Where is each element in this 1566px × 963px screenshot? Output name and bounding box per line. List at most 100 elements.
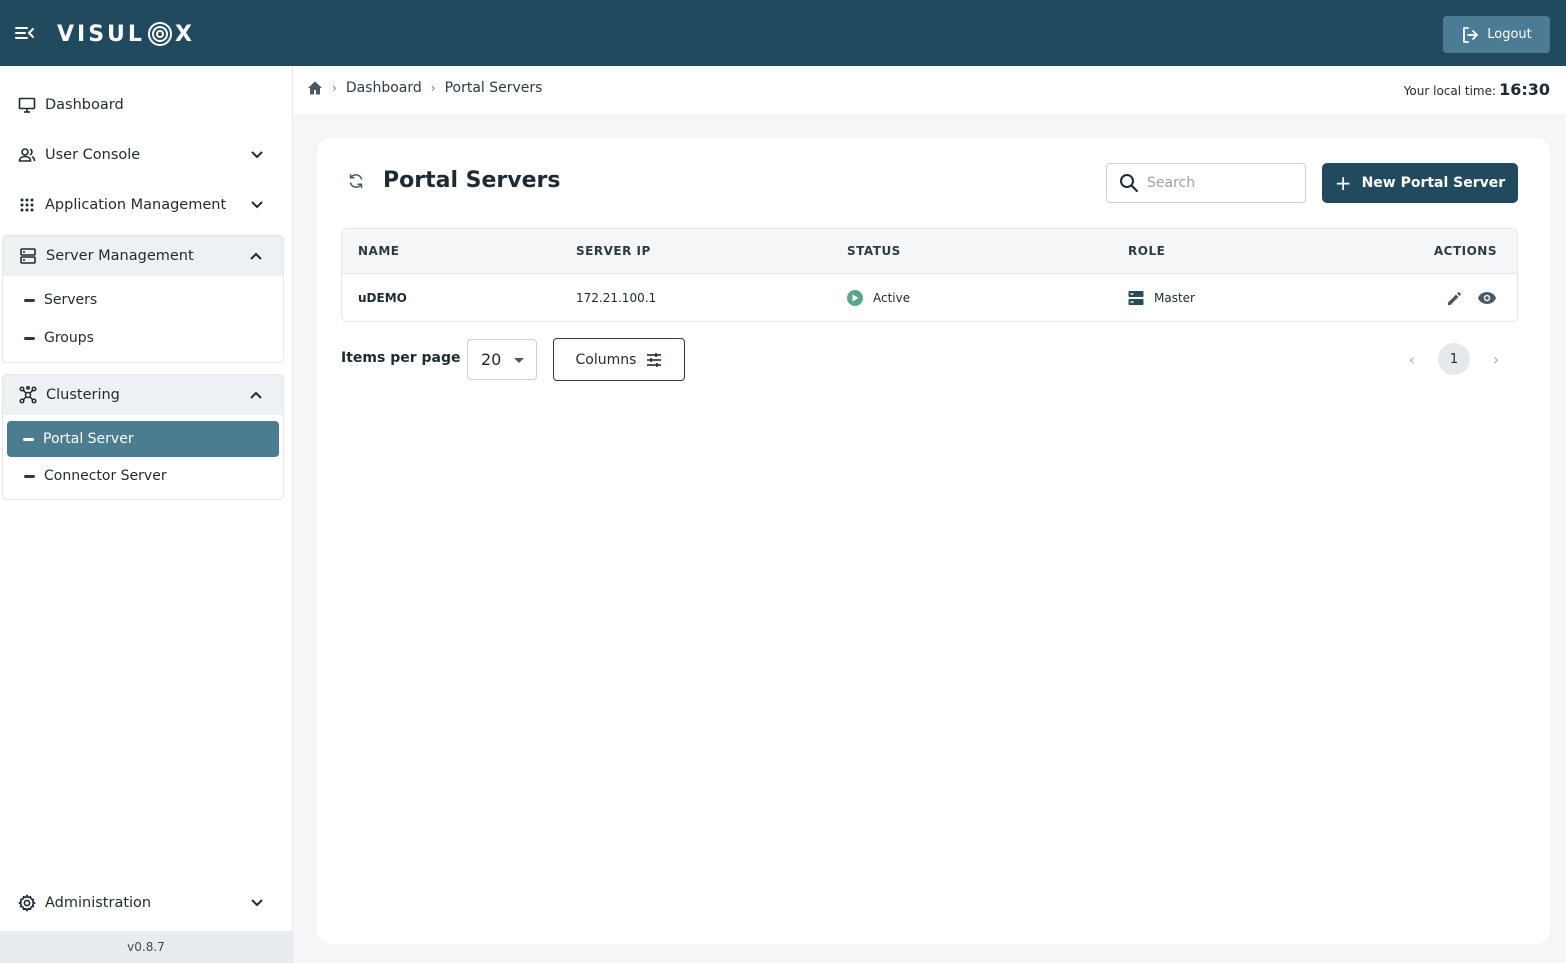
sidebar-item-label: Server Management	[46, 248, 194, 264]
search-input[interactable]	[1147, 175, 1297, 191]
breadcrumb-item-current: Portal Servers	[444, 80, 543, 96]
sidebar: Dashboard User Console Application Manag…	[0, 66, 293, 963]
logout-icon	[1463, 26, 1479, 43]
new-portal-server-button[interactable]: + New Portal Server	[1322, 163, 1518, 203]
cell-role: Master	[1128, 274, 1195, 321]
sidebar-item-groups[interactable]: Groups	[3, 319, 283, 357]
play-status-icon	[847, 289, 863, 306]
column-header-server-ip[interactable]: SERVER IP	[576, 229, 651, 273]
dash-icon	[24, 298, 35, 302]
server-icon	[19, 247, 37, 265]
sidebar-item-user-console[interactable]: User Console	[0, 135, 292, 175]
column-header-status[interactable]: STATUS	[847, 229, 901, 273]
sidebar-item-label: User Console	[45, 147, 141, 163]
chevron-down-icon	[251, 151, 263, 159]
tune-sliders-icon	[647, 352, 662, 367]
sidebar-item-administration[interactable]: Administration	[0, 883, 292, 923]
page-title: Portal Servers	[383, 168, 561, 193]
server-management-group: Server Management Servers Groups	[2, 235, 284, 363]
sidebar-item-label: Servers	[44, 292, 98, 308]
next-page-icon[interactable]: ›	[1484, 347, 1508, 371]
app-version: v0.8.7	[0, 931, 292, 963]
clustering-group: Clustering Portal Server Connector Serve…	[2, 374, 284, 500]
columns-button[interactable]: Columns	[553, 338, 685, 381]
caret-down-icon	[514, 358, 524, 363]
table-header: NAME SERVER IP STATUS ROLE ACTIONS	[342, 229, 1517, 273]
pagination: ‹ 1 ›	[1400, 343, 1508, 375]
sidebar-item-server-management[interactable]: Server Management	[3, 236, 283, 276]
gear-icon	[18, 894, 36, 912]
search-box[interactable]	[1106, 163, 1306, 203]
previous-page-icon[interactable]: ‹	[1400, 347, 1424, 371]
chevron-down-icon	[251, 899, 263, 907]
sidebar-item-label: Groups	[44, 330, 94, 346]
server-name: uDEMO	[358, 290, 407, 305]
page-number[interactable]: 1	[1438, 343, 1470, 375]
users-icon	[18, 146, 36, 164]
chevron-up-icon	[250, 391, 262, 399]
cell-actions	[1445, 274, 1497, 321]
sidebar-item-portal-server[interactable]: Portal Server	[7, 421, 279, 457]
sidebar-item-servers[interactable]: Servers	[3, 281, 283, 319]
breadcrumb-item-dashboard[interactable]: Dashboard	[346, 80, 422, 96]
breadcrumb-separator: ›	[430, 81, 436, 95]
column-header-actions: ACTIONS	[1433, 244, 1497, 258]
master-server-icon	[1128, 290, 1144, 305]
table-footer: Items per page 20 Columns ‹ 1 ›	[341, 338, 1518, 382]
logo-text-right: X	[174, 21, 195, 47]
sidebar-item-label: Clustering	[46, 387, 120, 403]
cluster-icon	[19, 386, 37, 404]
role-text: Master	[1154, 290, 1195, 305]
portal-servers-table: NAME SERVER IP STATUS ROLE ACTIONS uDEMO…	[341, 228, 1518, 322]
items-per-page-select[interactable]: 20	[467, 339, 537, 380]
monitor-icon	[18, 96, 36, 114]
sidebar-item-clustering[interactable]: Clustering	[3, 375, 283, 415]
view-eye-icon[interactable]	[1477, 288, 1497, 308]
cell-name: uDEMO	[358, 274, 407, 321]
search-icon	[1120, 174, 1138, 192]
sidebar-item-label: Dashboard	[45, 97, 124, 113]
sidebar-item-label: Application Management	[45, 197, 227, 213]
sidebar-item-application-management[interactable]: Application Management	[0, 185, 292, 225]
refresh-icon[interactable]	[347, 172, 365, 190]
sidebar-item-label: Connector Server	[44, 468, 167, 484]
edit-icon[interactable]	[1445, 288, 1465, 308]
status-text: Active	[873, 290, 911, 305]
logout-label: Logout	[1487, 27, 1532, 42]
columns-label: Columns	[575, 351, 637, 368]
visulox-logo[interactable]: VISUL X	[57, 18, 195, 50]
breadcrumb-separator: ›	[332, 81, 337, 95]
local-time: Your local time: 16:30	[1404, 80, 1550, 99]
table-row[interactable]: uDEMO 172.21.100.1 Active Master	[342, 273, 1517, 321]
portal-servers-card: Portal Servers + New Portal Server NAME …	[317, 138, 1550, 944]
plus-icon: +	[1334, 171, 1352, 195]
items-per-page-value: 20	[481, 350, 502, 369]
column-header-role[interactable]: ROLE	[1128, 229, 1165, 273]
items-per-page-label: Items per page	[341, 350, 461, 366]
breadcrumb-bar: › Dashboard › Portal Servers Your local …	[293, 66, 1566, 114]
apps-grid-icon	[18, 196, 36, 214]
chevron-down-icon	[251, 201, 263, 209]
logo-text-left: VISUL	[57, 21, 145, 47]
local-time-value: 16:30	[1499, 80, 1550, 99]
chevron-up-icon	[250, 252, 262, 260]
breadcrumb: › Dashboard › Portal Servers	[307, 80, 542, 96]
menu-collapse-icon[interactable]	[14, 22, 38, 46]
top-bar: VISUL X Logout	[0, 0, 1566, 66]
cell-status: Active	[847, 274, 910, 321]
logout-button[interactable]: Logout	[1443, 16, 1550, 53]
home-icon[interactable]	[307, 80, 323, 96]
dash-icon	[24, 474, 35, 478]
dash-icon	[24, 336, 35, 340]
cell-server-ip: 172.21.100.1	[576, 290, 657, 305]
column-header-name[interactable]: NAME	[358, 229, 399, 273]
sidebar-item-connector-server[interactable]: Connector Server	[3, 457, 283, 495]
card-header: Portal Servers	[347, 168, 560, 193]
sidebar-item-label: Administration	[45, 895, 152, 911]
new-portal-server-label: New Portal Server	[1361, 175, 1506, 191]
logo-mark-icon	[147, 22, 172, 46]
sidebar-item-dashboard[interactable]: Dashboard	[0, 85, 292, 125]
sidebar-item-label: Portal Server	[43, 431, 134, 447]
dash-icon	[23, 437, 34, 441]
local-time-label: Your local time:	[1403, 84, 1497, 98]
